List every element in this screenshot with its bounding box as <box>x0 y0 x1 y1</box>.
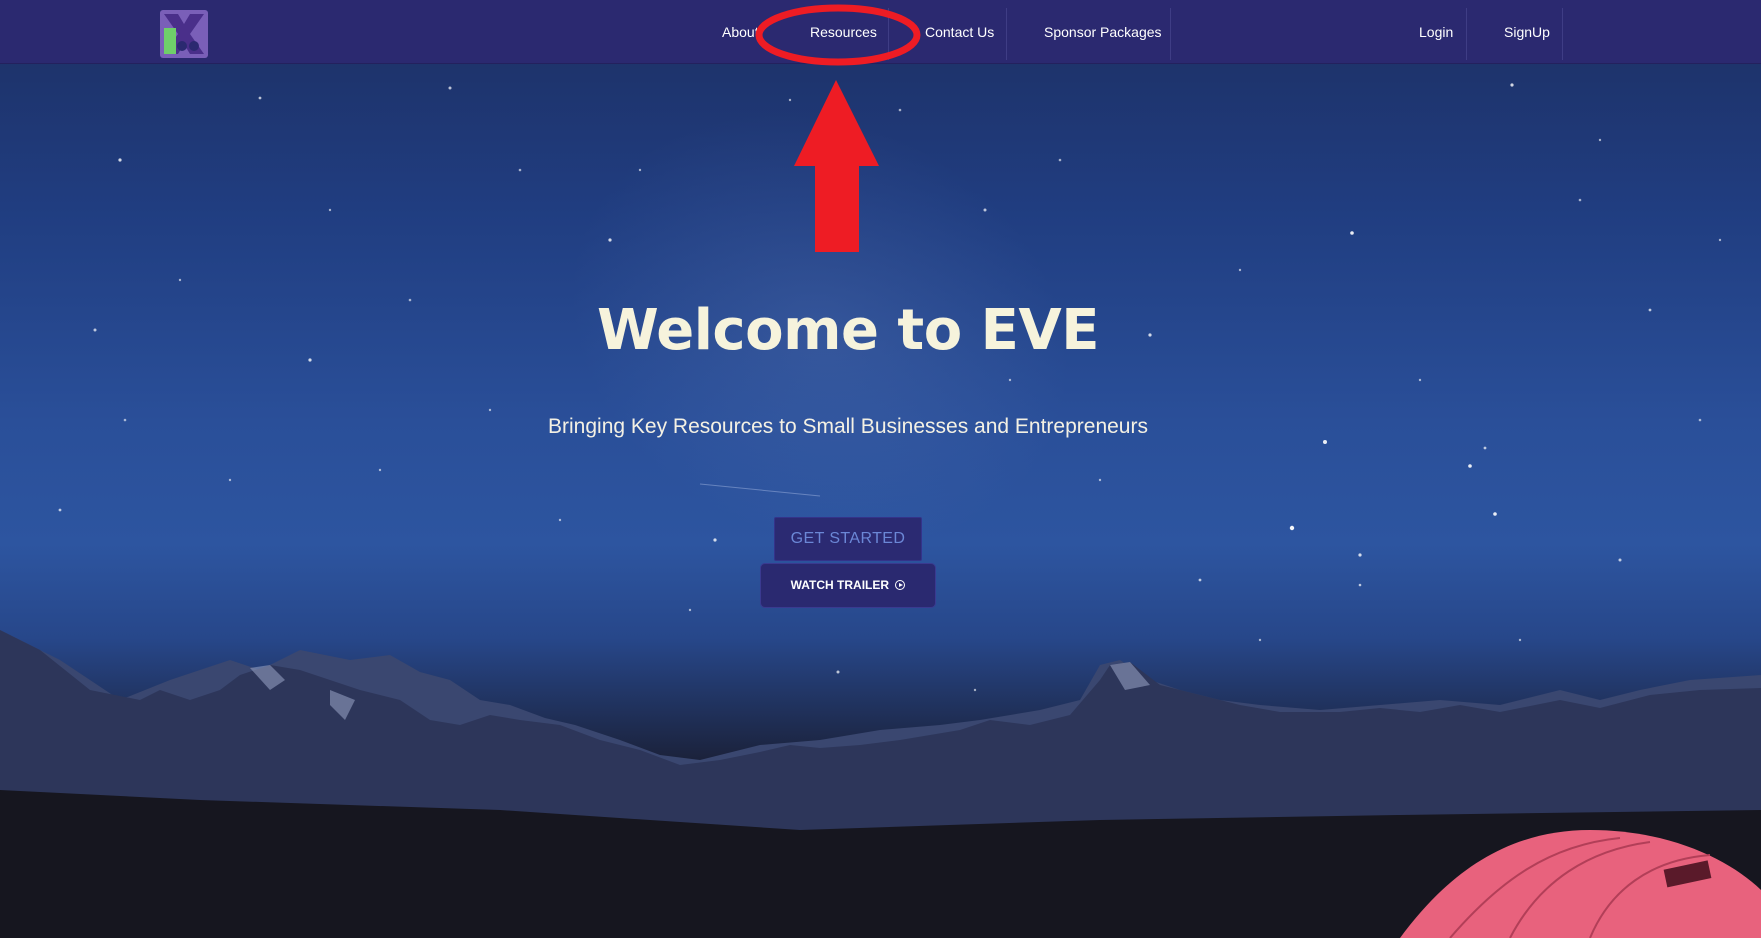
play-circle-icon <box>895 580 906 590</box>
nav-divider <box>1562 8 1563 60</box>
nav-resources[interactable]: Resources <box>810 0 877 64</box>
nav-divider <box>1170 8 1171 60</box>
hero-background <box>0 0 1761 938</box>
get-started-label: GET STARTED <box>790 530 906 547</box>
nav-divider <box>1466 8 1467 60</box>
top-navbar: About Resources Contact Us Sponsor Packa… <box>0 0 1761 64</box>
watch-trailer-label: WATCH TRAILER <box>790 578 890 592</box>
nav-divider <box>888 8 889 60</box>
nav-contact-us[interactable]: Contact Us <box>925 0 994 64</box>
nav-divider <box>1006 8 1007 60</box>
get-started-button[interactable]: GET STARTED <box>774 517 922 561</box>
hero-title: Welcome to EVE <box>596 298 1100 363</box>
nav-about[interactable]: About <box>722 0 759 64</box>
nav-signup[interactable]: SignUp <box>1504 0 1550 64</box>
hero-subtitle: Bringing Key Resources to Small Business… <box>548 415 1148 438</box>
eve-logo-icon[interactable] <box>160 10 208 58</box>
nav-login[interactable]: Login <box>1419 0 1453 64</box>
tent-image <box>1400 830 1761 938</box>
mountain-silhouette <box>0 630 1761 938</box>
watch-trailer-button[interactable]: WATCH TRAILER <box>760 563 936 608</box>
nav-sponsor-packages[interactable]: Sponsor Packages <box>1044 0 1162 64</box>
